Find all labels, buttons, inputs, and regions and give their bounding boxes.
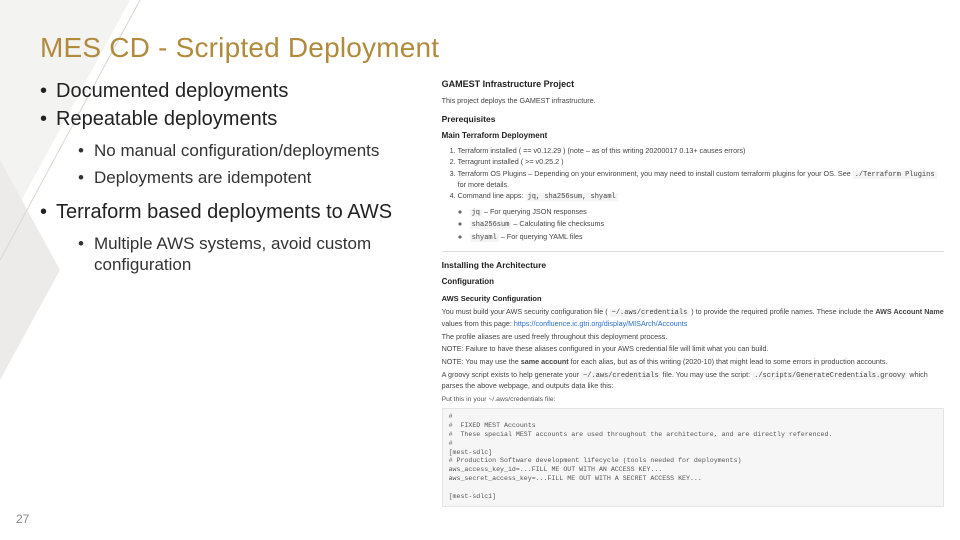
confluence-link[interactable]: https://confluence.ic.gtri.org/display/M… <box>514 319 687 328</box>
readme-install-heading: Installing the Architecture <box>442 260 944 271</box>
bullet-column: Documented deployments Repeatable deploy… <box>0 78 442 540</box>
readme-paragraph: You must build your AWS security configu… <box>442 307 944 328</box>
readme-aws-sec-heading: AWS Security Configuration <box>442 294 944 304</box>
sub-bullet-item: Deployments are idempotent <box>78 167 432 188</box>
bullet-text: Repeatable deployments <box>56 108 277 130</box>
readme-h1: GAMEST Infrastructure Project <box>442 78 944 90</box>
sub-bullet-item: No manual configuration/deployments <box>78 140 432 161</box>
bullet-item: Terraform based deployments to AWS Multi… <box>40 199 432 276</box>
list-item: Command line apps: jq, sha256sum, shyaml <box>458 191 944 202</box>
bullet-text: Terraform based deployments to AWS <box>56 201 392 223</box>
readme-intro: This project deploys the GAMEST infrastr… <box>442 96 944 106</box>
list-item: Terraform OS Plugins – Depending on your… <box>458 169 944 190</box>
list-item: Terragrunt installed ( >= v0.25.2 ) <box>458 157 944 167</box>
readme-config-heading: Configuration <box>442 277 944 288</box>
codeblock-caption: Put this in your ~/.aws/credentials file… <box>442 395 944 404</box>
slide-title: MES CD - Scripted Deployment <box>0 0 960 78</box>
sub-bullet-item: Multiple AWS systems, avoid custom confi… <box>78 233 432 276</box>
list-item: jq – For querying JSON responses <box>470 207 944 218</box>
list-item: sha256sum – Calculating file checksums <box>470 219 944 230</box>
readme-preview: GAMEST Infrastructure Project This proje… <box>442 78 960 540</box>
bullet-item: Repeatable deployments No manual configu… <box>40 106 432 189</box>
list-item: Terraform installed ( == v0.12.29 ) (not… <box>458 146 944 156</box>
readme-paragraph: The profile aliases are used freely thro… <box>442 332 944 342</box>
bullet-item: Documented deployments <box>40 78 432 104</box>
readme-note: NOTE: Failure to have these aliases conf… <box>442 344 944 354</box>
readme-main-tf-heading: Main Terraform Deployment <box>442 131 944 142</box>
readme-note: NOTE: You may use the same account for e… <box>442 357 944 367</box>
credentials-codeblock: # # FIXED MEST Accounts # These special … <box>442 408 944 507</box>
page-number: 27 <box>16 512 29 526</box>
readme-prereq-heading: Prerequisites <box>442 114 944 125</box>
list-item: shyaml – For querying YAML files <box>470 232 944 243</box>
divider <box>442 251 944 252</box>
readme-paragraph: A groovy script exists to help generate … <box>442 370 944 391</box>
